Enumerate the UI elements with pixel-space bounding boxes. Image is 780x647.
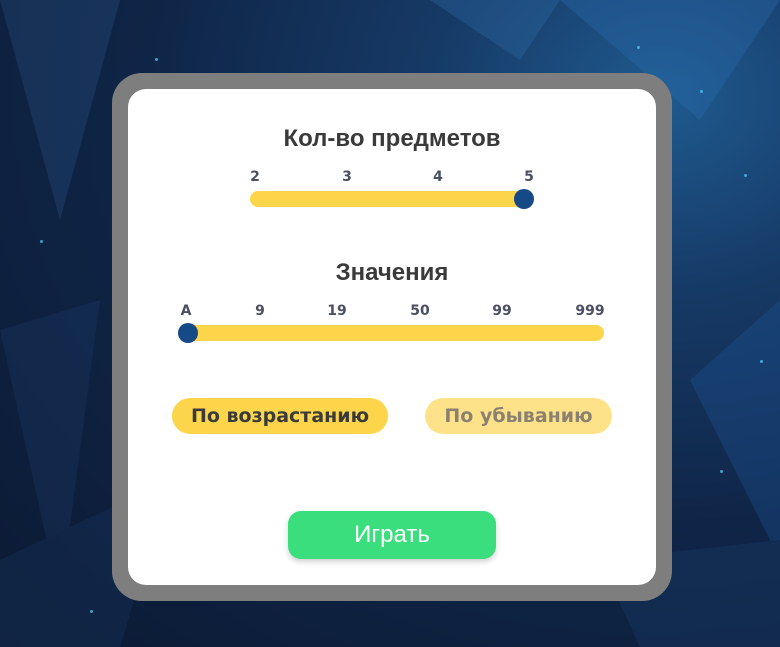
values-tick[interactable]: 99 (492, 303, 511, 319)
values-ticks: A 9 19 50 99 999 (172, 303, 612, 321)
values-slider[interactable] (178, 323, 604, 343)
settings-dialog: Кол-во предметов 2 3 4 5 Значения A 9 19… (128, 89, 656, 585)
sort-descending-button[interactable]: По убыванию (425, 398, 612, 434)
item-count-tick[interactable]: 4 (433, 169, 443, 185)
settings-dialog-frame: Кол-во предметов 2 3 4 5 Значения A 9 19… (112, 73, 672, 601)
sort-ascending-button[interactable]: По возрастанию (172, 398, 388, 434)
item-count-slider-handle[interactable] (514, 189, 534, 209)
item-count-tick[interactable]: 5 (524, 169, 534, 185)
item-count-ticks: 2 3 4 5 (250, 169, 534, 187)
values-tick[interactable]: A (181, 303, 192, 319)
values-title: Значения (335, 259, 449, 286)
item-count-title: Кол-во предметов (283, 125, 501, 152)
values-tick[interactable]: 999 (575, 303, 604, 319)
item-count-tick[interactable]: 3 (342, 169, 352, 185)
values-tick[interactable]: 9 (255, 303, 265, 319)
item-count-tick[interactable]: 2 (250, 169, 260, 185)
play-button[interactable]: Играть (288, 511, 496, 559)
item-count-slider[interactable] (250, 189, 534, 209)
values-tick[interactable]: 50 (410, 303, 429, 319)
values-slider-handle[interactable] (178, 323, 198, 343)
values-tick[interactable]: 19 (327, 303, 346, 319)
